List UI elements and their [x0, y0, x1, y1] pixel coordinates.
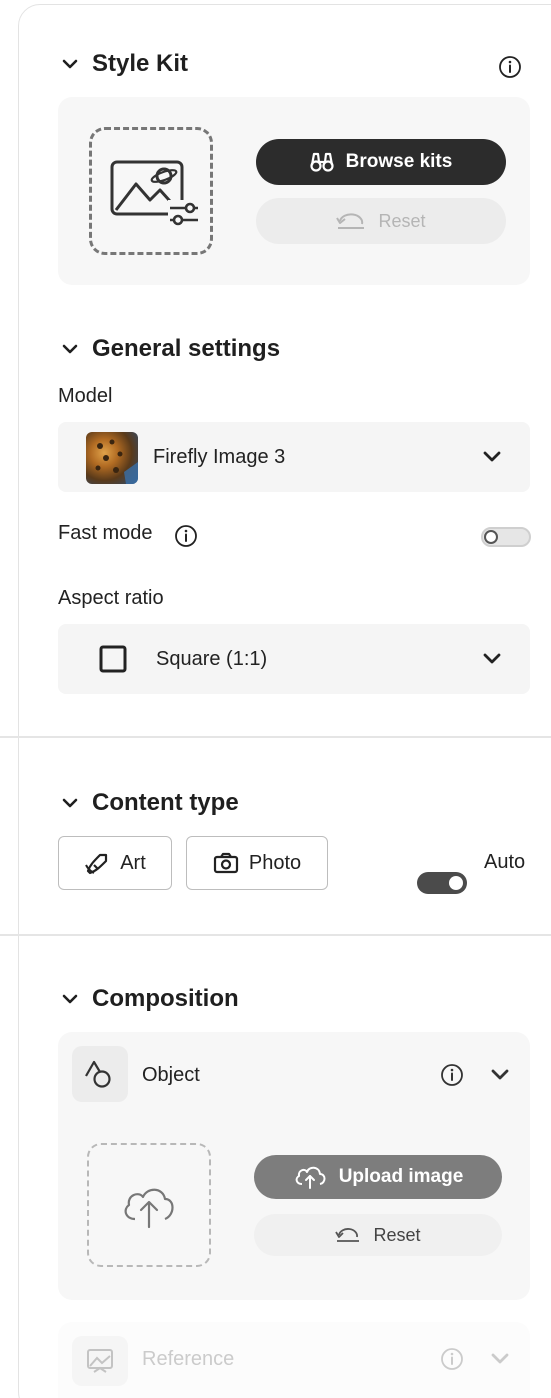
info-icon[interactable] — [498, 55, 522, 79]
image-reference-icon — [87, 1349, 113, 1373]
reference-label: Reference — [142, 1348, 235, 1370]
info-icon[interactable] — [440, 1063, 464, 1087]
style-kit-thumbnail[interactable] — [89, 127, 213, 255]
general-settings-title: General settings — [92, 335, 281, 362]
brush-icon — [85, 853, 108, 875]
composition-title: Composition — [92, 985, 239, 1012]
model-select[interactable]: Firefly Image 3 — [58, 422, 530, 492]
content-type-title: Content type — [92, 789, 239, 816]
object-upload-dropzone[interactable] — [87, 1143, 211, 1267]
model-label: Model — [58, 385, 113, 407]
chevron-down-icon[interactable] — [490, 1068, 510, 1082]
chevron-down-icon — [62, 344, 78, 354]
aspect-ratio-label: Aspect ratio — [58, 587, 164, 609]
fast-mode-toggle[interactable] — [481, 527, 531, 547]
general-settings-header[interactable]: General settings — [62, 335, 280, 363]
art-button[interactable]: Art — [58, 836, 172, 890]
leopard-image — [95, 439, 138, 484]
binoculars-icon — [310, 152, 334, 172]
chevron-down-icon — [62, 59, 78, 69]
toggle-knob — [449, 876, 463, 890]
camera-icon — [213, 852, 238, 874]
object-icon-tile — [72, 1046, 128, 1102]
object-label: Object — [142, 1064, 200, 1086]
content-type-header[interactable]: Content type — [62, 789, 239, 817]
toggle-knob — [484, 530, 498, 544]
section-divider — [0, 736, 551, 738]
upload-image-button[interactable]: Upload image — [254, 1155, 502, 1199]
aspect-ratio-value: Square (1:1) — [156, 648, 268, 670]
info-icon — [441, 1348, 463, 1370]
reference-card[interactable]: Reference — [58, 1322, 530, 1398]
section-divider — [0, 934, 551, 936]
image-adjust-icon — [110, 160, 198, 226]
photo-button[interactable]: Photo — [186, 836, 328, 890]
browse-kits-button[interactable]: Browse kits — [256, 139, 506, 185]
composition-header[interactable]: Composition — [62, 985, 239, 1013]
chevron-down-icon — [62, 798, 78, 808]
model-thumbnail — [86, 432, 138, 484]
shapes-icon — [85, 1060, 111, 1088]
chevron-down-icon — [62, 994, 78, 1004]
fast-mode-label: Fast mode — [58, 522, 153, 544]
chevron-down-icon — [491, 1353, 509, 1364]
chevron-down-icon — [483, 451, 501, 462]
model-value: Firefly Image 3 — [153, 446, 286, 468]
aspect-ratio-select[interactable]: Square (1:1) — [58, 624, 530, 694]
cloud-upload-icon — [295, 1166, 326, 1189]
auto-toggle[interactable] — [417, 872, 467, 894]
style-kit-reset-button[interactable]: Reset — [256, 198, 506, 244]
composition-reset-button[interactable]: Reset — [254, 1214, 502, 1256]
cloud-upload-icon — [124, 1188, 174, 1229]
info-icon[interactable] — [174, 524, 198, 548]
undo-icon — [336, 213, 365, 229]
reference-icon-tile — [72, 1336, 128, 1386]
auto-label: Auto — [484, 851, 526, 873]
style-kit-header[interactable]: Style Kit — [62, 50, 188, 78]
chevron-down-icon — [483, 653, 501, 664]
square-icon — [99, 645, 127, 673]
style-kit-title: Style Kit — [92, 50, 189, 77]
undo-icon — [335, 1228, 360, 1242]
